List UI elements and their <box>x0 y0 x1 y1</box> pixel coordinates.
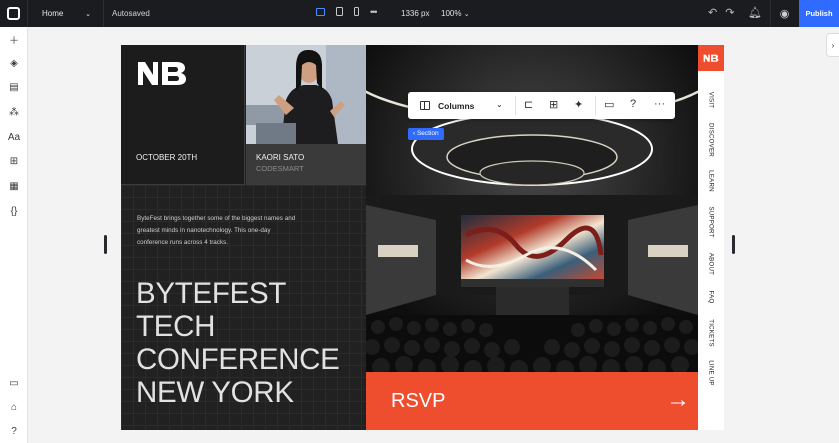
notifications-icon[interactable]: 🔔︎ <box>748 6 762 19</box>
brand-tile: OCTOBER 20TH <box>121 45 245 185</box>
info-panel: OCTOBER 20TH KAORI SATO CODESMART ByteFe… <box>121 45 366 430</box>
nav-learn[interactable]: LEARN <box>708 170 715 192</box>
section-breadcrumb[interactable]: ‹ Section <box>408 128 444 140</box>
preview-button[interactable]: ◉ <box>770 0 798 27</box>
nav-about[interactable]: ABOUT <box>708 253 715 275</box>
tablet-icon[interactable] <box>336 7 343 16</box>
expand-panel-button[interactable]: › <box>826 33 839 57</box>
speaker-company: CODESMART <box>256 164 304 173</box>
event-description: ByteFest brings together some of the big… <box>137 215 296 246</box>
nav-faq[interactable]: FAQ <box>708 291 715 304</box>
resize-handle-right[interactable] <box>732 235 735 254</box>
mobile-icon[interactable] <box>354 7 359 16</box>
logo-icon <box>7 7 20 20</box>
history-controls: ↶ ↷ <box>708 6 734 19</box>
resize-handle-left[interactable] <box>104 235 107 254</box>
cms-icon[interactable]: ▦ <box>0 177 28 195</box>
comments-icon[interactable]: ▭ <box>0 374 28 392</box>
page-selector[interactable]: Home ⌄ <box>28 0 104 27</box>
comment-icon[interactable]: ▭ <box>604 98 614 111</box>
main-menu-button[interactable] <box>0 0 28 27</box>
publish-button[interactable]: Publish <box>799 0 839 27</box>
page-name: Home <box>42 9 64 18</box>
divider <box>515 96 516 115</box>
learn-icon[interactable]: ⌂ <box>0 398 28 416</box>
left-tool-rail: ＋ ◈ ▤ ⁂ Aa ⊞ ▦ {} ▭ ⌂ ? <box>0 27 28 443</box>
headline-line: TECH <box>136 310 216 343</box>
save-status: Autosaved <box>112 9 150 18</box>
speaker-card: KAORI SATO CODESMART <box>246 144 366 185</box>
rsvp-button[interactable]: RSVP → <box>366 372 698 430</box>
add-column-icon[interactable]: ⊏ <box>524 98 533 111</box>
chevron-down-icon: ⌄ <box>463 11 470 18</box>
more-breakpoints-icon[interactable]: ••• <box>370 7 378 16</box>
divider <box>595 96 596 115</box>
chevron-down-icon: ⌄ <box>85 10 91 18</box>
nb-logo-small-icon <box>703 54 719 62</box>
breakpoint-switcher: ••• <box>316 7 378 16</box>
speaker-image <box>246 45 366 144</box>
help-icon[interactable]: ? <box>0 422 28 440</box>
nav-visit[interactable]: VISIT <box>708 92 715 108</box>
apps-icon[interactable]: ⊞ <box>0 152 28 170</box>
headline-line: BYTEFEST <box>136 277 287 310</box>
speaker-name: KAORI SATO <box>256 153 305 162</box>
nav-support[interactable]: SUPPORT <box>708 206 715 237</box>
nav-discover[interactable]: DISCOVER <box>708 123 715 157</box>
chevron-right-icon: › <box>831 40 835 50</box>
ai-sparkle-icon[interactable]: ✦ <box>574 98 583 111</box>
event-headline: BYTEFEST TECH CONFERENCE NEW YORK <box>136 277 340 409</box>
redo-icon[interactable]: ↷ <box>725 6 734 19</box>
code-icon[interactable]: {} <box>0 202 28 220</box>
headline-line: NEW YORK <box>136 376 294 409</box>
more-options-icon[interactable]: ··· <box>654 98 665 110</box>
eye-icon: ◉ <box>779 8 790 20</box>
zoom-value: 100% <box>441 9 462 18</box>
nav-tickets[interactable]: TICKETS <box>708 319 715 347</box>
undo-icon[interactable]: ↶ <box>708 6 717 19</box>
pages-icon[interactable]: ▤ <box>0 78 28 96</box>
chevron-down-icon[interactable]: ⌄ <box>496 100 503 109</box>
text-styles-icon[interactable]: Aa <box>0 128 28 146</box>
columns-icon <box>420 101 430 110</box>
help-icon[interactable]: ? <box>630 98 636 110</box>
element-toolbar: Columns ⌄ ⊏ ⊞ ✦ ▭ ? ··· <box>408 92 675 119</box>
add-icon[interactable]: ＋ <box>0 30 28 48</box>
nav-line-up[interactable]: LINE UP <box>708 360 715 385</box>
top-toolbar: Home ⌄ Autosaved ••• 1336 px 100% ⌄ ↶ ↷ … <box>0 0 839 27</box>
element-type-label[interactable]: Columns <box>438 101 474 111</box>
desktop-icon[interactable] <box>316 7 325 16</box>
nb-small-logo[interactable] <box>698 45 724 71</box>
speaker-photo <box>246 45 366 144</box>
canvas-width[interactable]: 1336 px <box>401 9 429 18</box>
zoom-select[interactable]: 100% ⌄ <box>441 9 470 18</box>
add-section-icon[interactable]: ⊞ <box>549 98 558 111</box>
components-icon[interactable]: ⁂ <box>0 103 28 121</box>
layers-icon[interactable]: ◈ <box>0 54 28 72</box>
nb-logo <box>138 62 186 85</box>
vertical-nav: VISIT DISCOVER LEARN SUPPORT ABOUT FAQ T… <box>698 45 724 430</box>
headline-line: CONFERENCE <box>136 343 340 376</box>
arrow-right-icon: → <box>666 386 690 413</box>
rsvp-label: RSVP <box>391 390 446 412</box>
event-date: OCTOBER 20TH <box>136 153 198 162</box>
